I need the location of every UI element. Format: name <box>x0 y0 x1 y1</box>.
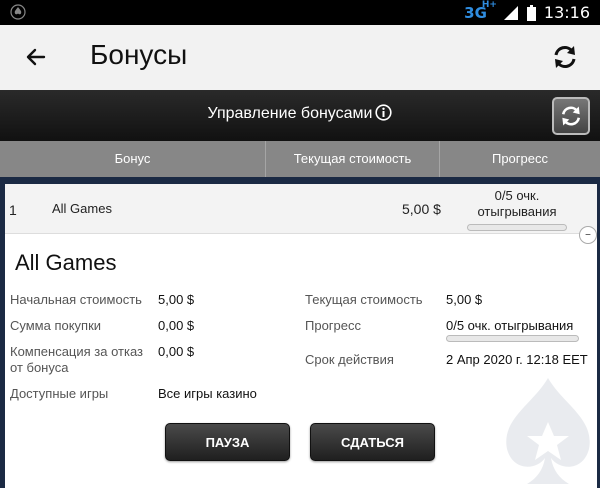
bonus-name: All Games <box>52 201 112 216</box>
games-value: Все игры казино <box>158 386 257 401</box>
section-title: Управление бонусами <box>0 104 600 123</box>
info-icon[interactable] <box>375 104 393 121</box>
refusal-label: Компенсация за отказ от бонуса <box>10 344 143 375</box>
table-header: Бонус Текущая стоимость Прогресс <box>0 141 600 177</box>
column-header-progress: Прогресс <box>491 151 548 166</box>
back-arrow-icon[interactable] <box>22 43 50 71</box>
purchase-value: 0,00 $ <box>158 318 195 333</box>
refresh-icon <box>561 106 581 126</box>
games-label: Доступные игры <box>10 386 109 401</box>
progress-value: 0/5 очк. отыгрывания <box>446 318 574 333</box>
expiry-label: Срок действия <box>305 352 394 367</box>
initial-cost-value: 5,00 $ <box>158 292 195 307</box>
initial-cost-label: Начальная стоимость <box>10 292 142 307</box>
surrender-button[interactable]: СДАТЬСЯ <box>310 423 435 461</box>
status-bar: 3G H+ 13:16 <box>0 0 600 25</box>
table-row[interactable]: 1 All Games 5,00 $ 0/5 очк. отыгрывания <box>5 184 597 234</box>
column-header-current-cost: Текущая стоимость <box>293 151 412 166</box>
signal-icon <box>503 5 518 20</box>
page-title: Бонусы <box>90 39 188 70</box>
expiry-value: 2 Апр 2020 г. 12:18 EET <box>446 352 588 367</box>
bonus-current-cost: 5,00 $ <box>402 201 441 217</box>
row-number: 1 <box>9 202 17 218</box>
bonus-progress-bar <box>467 224 567 231</box>
spade-watermark-icon <box>506 378 590 484</box>
refresh-icon[interactable] <box>550 42 580 72</box>
bonus-management-header: Управление бонусами <box>0 90 600 141</box>
refresh-bonuses-button[interactable] <box>552 97 590 135</box>
bonus-progress-text: 0/5 очк. отыгрывания <box>477 188 557 219</box>
current-cost-value: 5,00 $ <box>446 292 483 307</box>
network-type: 3G H+ <box>464 0 497 22</box>
progress-label: Прогресс <box>305 318 362 333</box>
pause-button[interactable]: ПАУЗА <box>165 423 290 461</box>
current-cost-label: Текущая стоимость <box>305 292 423 307</box>
refusal-value: 0,00 $ <box>158 344 195 359</box>
spade-notification-icon <box>10 4 26 20</box>
detail-progress-bar <box>446 335 579 342</box>
app-bar: Бонусы <box>0 25 600 90</box>
bonus-panel: 1 All Games 5,00 $ 0/5 очк. отыгрывания … <box>5 184 597 488</box>
purchase-label: Сумма покупки <box>10 318 102 333</box>
clock: 13:16 <box>543 3 590 22</box>
column-header-bonus: Бонус <box>114 151 151 166</box>
detail-title: All Games <box>15 250 117 275</box>
collapse-button[interactable]: – <box>579 226 597 244</box>
battery-icon <box>526 4 536 21</box>
